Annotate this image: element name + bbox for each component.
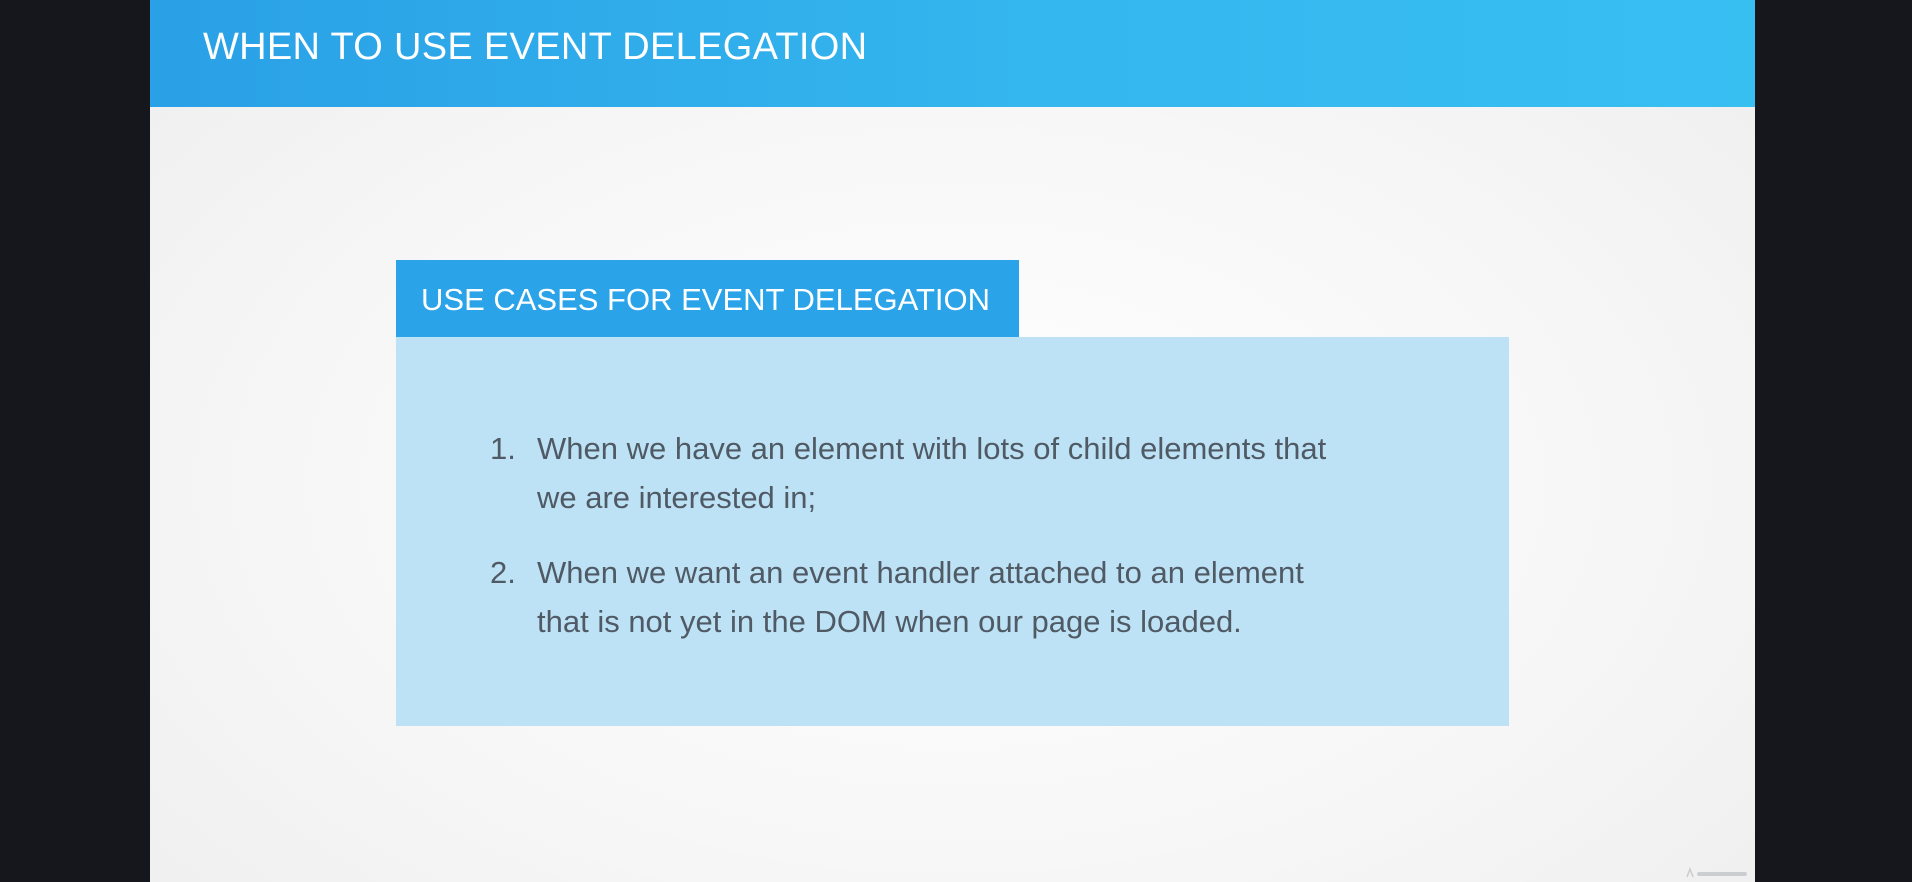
list-item-line: When we have an element with lots of chi…	[537, 431, 1327, 466]
list-item-line: we are interested in;	[537, 480, 817, 515]
list-item: 1. When we have an element with lots of …	[490, 424, 1430, 522]
slide-title: WHEN TO USE EVENT DELEGATION	[203, 26, 868, 68]
list-item-number: 1.	[490, 431, 516, 466]
list-item-line: When we want an event handler attached t…	[537, 555, 1304, 590]
udemy-logo-icon	[1683, 866, 1751, 880]
list-item: 2. When we want an event handler attache…	[490, 548, 1430, 646]
use-cases-heading-tab: USE CASES FOR EVENT DELEGATION	[396, 260, 1019, 337]
video-frame: WHEN TO USE EVENT DELEGATION USE CASES F…	[0, 0, 1912, 882]
use-cases-heading: USE CASES FOR EVENT DELEGATION	[421, 282, 991, 317]
slide: WHEN TO USE EVENT DELEGATION USE CASES F…	[150, 0, 1755, 882]
use-case-list: 1. When we have an element with lots of …	[490, 424, 1430, 672]
slide-header: WHEN TO USE EVENT DELEGATION	[150, 0, 1755, 107]
use-cases-box: 1. When we have an element with lots of …	[396, 337, 1509, 726]
list-item-line: that is not yet in the DOM when our page…	[537, 604, 1242, 639]
list-item-number: 2.	[490, 555, 516, 590]
